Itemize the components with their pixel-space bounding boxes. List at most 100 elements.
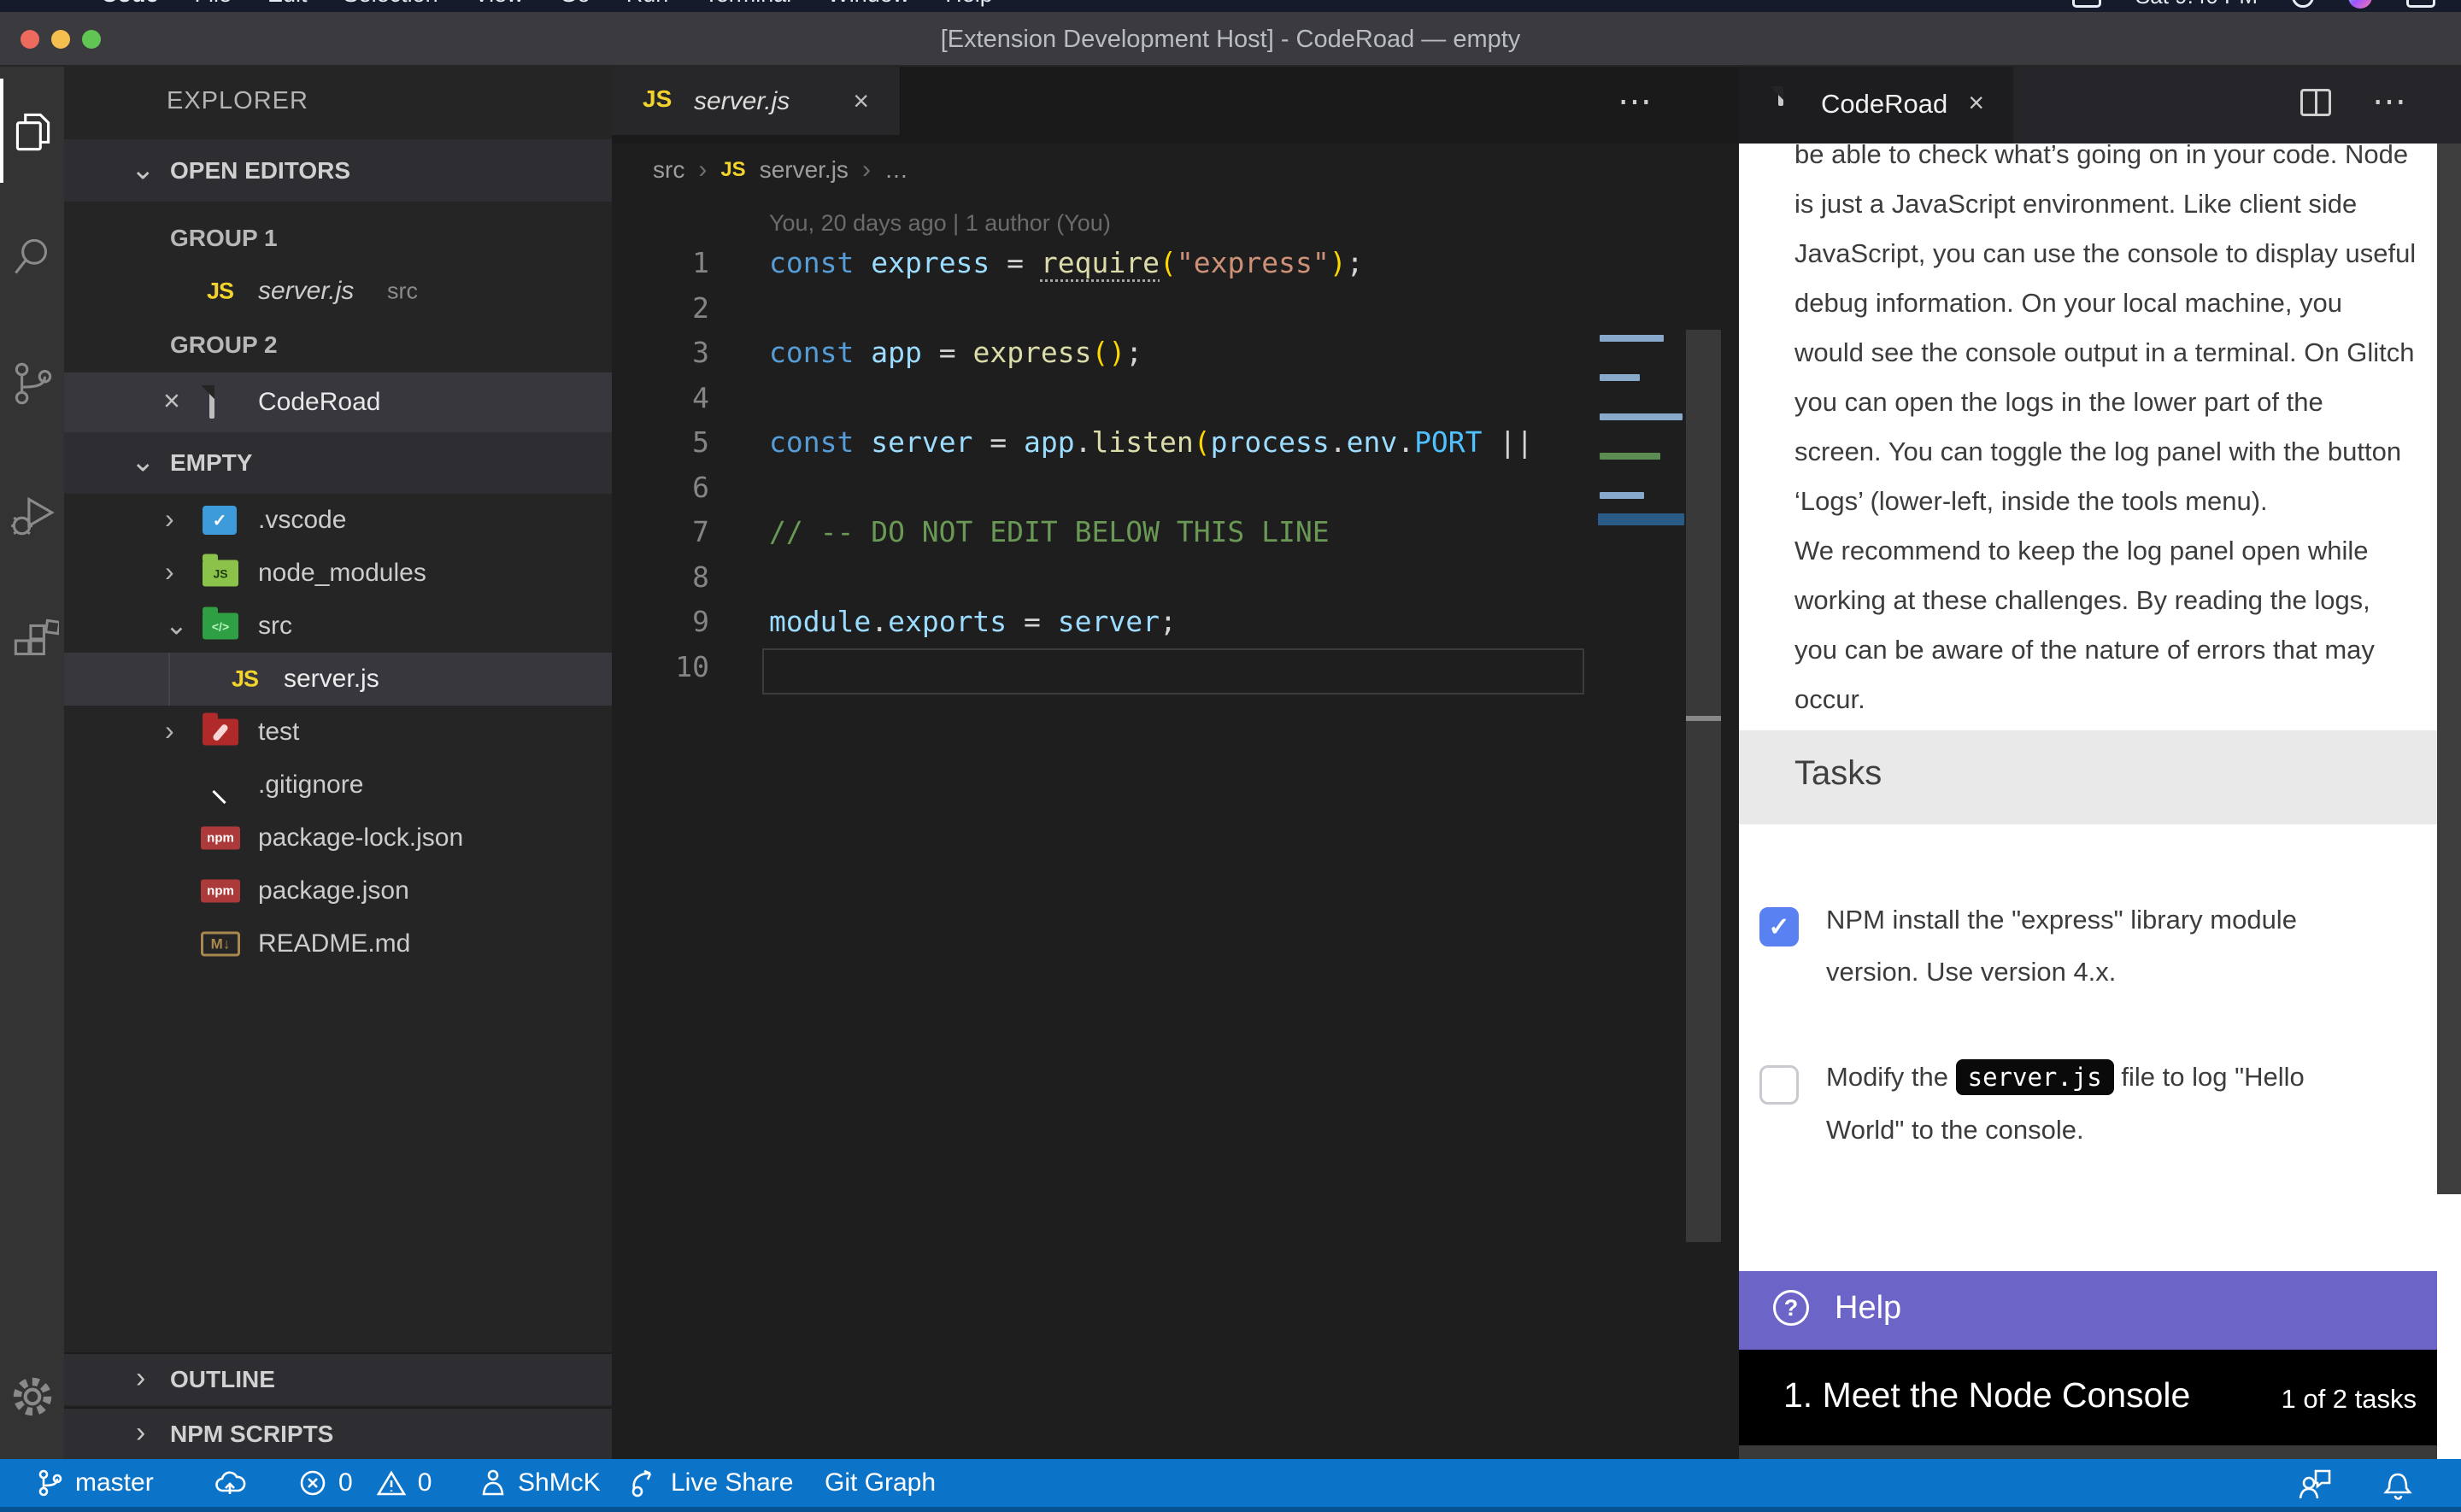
- explorer-icon[interactable]: [0, 79, 64, 183]
- chevron-right-icon: ›: [165, 503, 174, 535]
- file-icon: [209, 388, 214, 417]
- open-editor-coderoad[interactable]: × CodeRoad: [64, 372, 612, 432]
- inline-code-server-js: server.js: [1956, 1059, 2114, 1095]
- tree-item-readme[interactable]: M↓ README.md: [64, 917, 612, 970]
- menu-item-go[interactable]: Go: [560, 0, 590, 8]
- gitlens-blame-annotation: You, 20 days ago | 1 author (You): [769, 210, 1111, 237]
- menu-item-help[interactable]: Help: [945, 0, 993, 8]
- split-editor-icon[interactable]: [2300, 89, 2331, 116]
- notifications-status[interactable]: [2382, 1459, 2414, 1507]
- menu-item-edit[interactable]: Edit: [267, 0, 308, 8]
- lesson-progress-badge: 1 of 2 tasks: [2281, 1384, 2417, 1415]
- git-branch-status[interactable]: master: [34, 1459, 154, 1507]
- menu-item-window[interactable]: Window: [827, 0, 909, 8]
- breadcrumb-server-js[interactable]: server.js: [760, 156, 849, 184]
- code-line-10[interactable]: 10: [612, 650, 1739, 694]
- explorer-sidebar: EXPLORER ⌄ OPEN EDITORS GROUP 1 JS serve…: [64, 67, 612, 1459]
- code-line-9[interactable]: 9module.exports = server;: [612, 605, 1739, 649]
- tasks-section-header: Tasks: [1739, 730, 2437, 824]
- webview-scrollbar[interactable]: [2437, 144, 2461, 1459]
- chevron-right-icon: ›: [136, 1362, 145, 1395]
- task-checkbox-unchecked[interactable]: [1759, 1065, 1799, 1105]
- menu-item-terminal[interactable]: Terminal: [704, 0, 791, 8]
- menu-items: Code File Edit Selection View Go Run Terminal Wi…: [101, 0, 993, 8]
- open-editors-header[interactable]: ⌄ OPEN EDITORS: [64, 139, 612, 202]
- close-icon[interactable]: ×: [163, 385, 180, 419]
- feedback-status[interactable]: [2297, 1459, 2333, 1507]
- code-editor[interactable]: You, 20 days ago | 1 author (You) 1const…: [612, 198, 1739, 1459]
- menu-item-code[interactable]: Code: [101, 0, 159, 8]
- breadcrumb[interactable]: src › JS server.js › …: [612, 144, 1739, 198]
- window-title: [Extension Development Host] - CodeRoad …: [0, 26, 2461, 54]
- editor-vertical-scrollbar[interactable]: [1686, 330, 1721, 1242]
- live-share-status[interactable]: Live Share: [628, 1459, 793, 1507]
- code-line-4[interactable]: 4: [612, 381, 1739, 425]
- help-bar[interactable]: ? Help: [1739, 1271, 2437, 1350]
- menu-status-icons: Sat 9:40 PM: [2072, 0, 2435, 9]
- run-and-debug-icon[interactable]: [0, 461, 64, 566]
- chevron-right-icon: ›: [698, 155, 707, 185]
- tree-item-test[interactable]: › test: [64, 706, 612, 759]
- tree-item-node-modules[interactable]: › JS node_modules: [64, 547, 612, 600]
- code-line-5[interactable]: 5const server = app.listen(process.env.P…: [612, 425, 1739, 470]
- extensions-icon[interactable]: [0, 588, 64, 692]
- spotlight-icon[interactable]: [2292, 0, 2314, 8]
- git-graph-status[interactable]: Git Graph: [825, 1459, 936, 1507]
- menu-item-file[interactable]: File: [195, 0, 232, 8]
- close-tab-icon[interactable]: ×: [1968, 87, 1984, 119]
- tree-item-server-js[interactable]: JS server.js: [64, 653, 612, 706]
- editor-more-actions-icon[interactable]: ⋯: [1618, 82, 1653, 121]
- control-center-icon[interactable]: [2406, 0, 2435, 8]
- tab-coderoad[interactable]: CodeRoad ×: [1739, 67, 2013, 144]
- task-checkbox-checked[interactable]: ✓: [1759, 907, 1799, 946]
- chevron-down-icon: ⌄: [131, 152, 156, 186]
- outline-section-header[interactable]: › OUTLINE: [64, 1352, 612, 1405]
- editor-group: JS server.js × ⋯ src › JS server.js › … …: [612, 67, 1739, 1459]
- git-branch-icon: [34, 1468, 65, 1498]
- coderoad-panel: CodeRoad × ⋯ be able to check what’s goi…: [1739, 67, 2461, 1459]
- webview-scrollbar-thumb[interactable]: [2437, 144, 2461, 1194]
- tree-item-src[interactable]: ⌄ </> src: [64, 600, 612, 653]
- panel-more-actions-icon[interactable]: ⋯: [2372, 82, 2408, 121]
- lesson-paragraph: be able to check what’s going on in your…: [1794, 144, 2418, 724]
- problems-status[interactable]: 0 0: [297, 1459, 432, 1507]
- vscode-folder-icon: ✓: [203, 506, 237, 535]
- menu-item-view[interactable]: View: [474, 0, 524, 8]
- breadcrumb-src[interactable]: src: [653, 156, 684, 184]
- search-icon[interactable]: [0, 205, 64, 309]
- tree-item-vscode[interactable]: › ✓ .vscode: [64, 494, 612, 547]
- errors-icon: [297, 1468, 328, 1498]
- workspace-header-empty[interactable]: ⌄ EMPTY: [64, 432, 612, 494]
- tab-server-js[interactable]: JS server.js ×: [612, 67, 901, 135]
- window-title-bar: [Extension Development Host] - CodeRoad …: [0, 12, 2461, 67]
- vscode-window: Code File Edit Selection View Go Run Terminal Wi…: [0, 0, 2461, 1512]
- code-line-3[interactable]: 3const app = express();: [612, 336, 1739, 380]
- activity-bar: [0, 67, 64, 1459]
- close-tab-icon[interactable]: ×: [853, 85, 869, 117]
- menu-item-run[interactable]: Run: [626, 0, 669, 8]
- tree-item-package-json[interactable]: npm package.json: [64, 864, 612, 917]
- code-line-8[interactable]: 8: [612, 560, 1739, 605]
- settings-gear-icon[interactable]: [0, 1345, 64, 1449]
- sync-status[interactable]: [214, 1459, 246, 1507]
- feedback-icon: [2297, 1466, 2333, 1500]
- open-editor-server-js[interactable]: JS server.js src: [64, 265, 612, 318]
- tree-item-package-lock[interactable]: npm package-lock.json: [64, 812, 612, 864]
- chevron-right-icon: ›: [136, 1415, 145, 1449]
- code-line-1[interactable]: 1const express = require("express");: [612, 246, 1739, 290]
- code-line-7[interactable]: 7// -- DO NOT EDIT BELOW THIS LINE: [612, 515, 1739, 560]
- minimap[interactable]: [1598, 335, 1684, 557]
- live-share-account-status[interactable]: ShMcK: [479, 1459, 601, 1507]
- chevron-right-icon: ›: [165, 715, 174, 747]
- menu-item-selection[interactable]: Selection: [344, 0, 438, 8]
- siri-icon[interactable]: [2348, 0, 2372, 9]
- js-file-icon: JS: [232, 666, 258, 693]
- code-line-2[interactable]: 2: [612, 291, 1739, 336]
- breadcrumb-symbol[interactable]: …: [884, 156, 908, 184]
- code-line-6[interactable]: 6: [612, 471, 1739, 515]
- person-icon: [479, 1468, 508, 1498]
- npm-scripts-section-header[interactable]: › NPM SCRIPTS: [64, 1407, 612, 1459]
- lesson-title-bar[interactable]: 1. Meet the Node Console 1 of 2 tasks: [1739, 1350, 2437, 1445]
- tree-item-gitignore[interactable]: .gitignore: [64, 759, 612, 812]
- source-control-icon[interactable]: [0, 331, 64, 436]
